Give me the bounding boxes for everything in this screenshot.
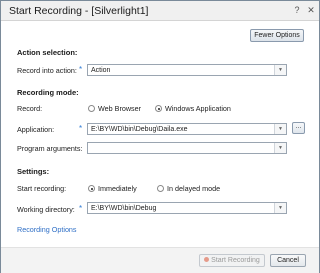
working-directory-label: Working directory:	[17, 205, 75, 214]
record-label: Record:	[17, 104, 43, 113]
chevron-down-icon[interactable]: ▼	[274, 124, 286, 134]
radio-button-selected[interactable]	[155, 105, 162, 112]
record-into-action-label: Record into action:	[17, 66, 77, 75]
working-directory-value: E:\BY\WD\bin\Debug	[91, 204, 157, 212]
fewer-options-button[interactable]: Fewer Options	[250, 29, 304, 42]
recording-mode-heading: Recording mode:	[17, 88, 79, 97]
close-icon[interactable]: ✕	[305, 4, 317, 16]
start-recording-dialog: Start Recording - [Silverlight1] ? ✕ Few…	[0, 0, 320, 273]
recording-options-link[interactable]: Recording Options	[17, 225, 77, 234]
chevron-down-icon[interactable]: ▼	[274, 143, 286, 153]
application-combo[interactable]: E:\BY\WD\bin\Debug\Daila.exe ▼	[87, 123, 287, 135]
help-icon[interactable]: ?	[291, 4, 303, 16]
program-arguments-label: Program arguments:	[17, 144, 83, 153]
radio-delayed-mode[interactable]: In delayed mode	[157, 184, 237, 194]
start-recording-label: Start recording:	[17, 184, 67, 193]
record-into-action-combo[interactable]: Action ▼	[87, 64, 287, 76]
radio-label: In delayed mode	[167, 184, 221, 193]
settings-heading: Settings:	[17, 167, 50, 176]
dialog-title: Start Recording - [Silverlight1]	[9, 5, 149, 17]
start-recording-label: Start Recording	[211, 257, 260, 264]
chevron-down-icon[interactable]: ▼	[274, 65, 286, 75]
program-arguments-combo[interactable]: ▼	[87, 142, 287, 154]
radio-label: Web Browser	[98, 104, 142, 113]
browse-button[interactable]: ...	[292, 122, 305, 134]
working-directory-combo[interactable]: E:\BY\WD\bin\Debug ▼	[87, 202, 287, 214]
required-marker: *	[79, 124, 83, 133]
radio-windows-application[interactable]: Windows Application	[155, 104, 250, 114]
required-marker: *	[79, 65, 83, 74]
action-selection-heading: Action selection:	[17, 48, 78, 57]
start-recording-button[interactable]: Start Recording	[199, 254, 265, 267]
application-label: Application:	[17, 125, 55, 134]
cancel-button[interactable]: Cancel	[270, 254, 306, 267]
radio-label: Windows Application	[165, 104, 231, 113]
chevron-down-icon[interactable]: ▼	[274, 203, 286, 213]
radio-button[interactable]	[88, 105, 95, 112]
radio-button[interactable]	[157, 185, 164, 192]
radio-web-browser[interactable]: Web Browser	[88, 104, 148, 114]
record-into-action-value: Action	[91, 66, 111, 74]
title-bar: Start Recording - [Silverlight1] ? ✕	[1, 1, 319, 21]
record-dot-icon	[204, 256, 210, 262]
required-marker: *	[79, 204, 83, 213]
application-value: E:\BY\WD\bin\Debug\Daila.exe	[91, 125, 188, 133]
radio-immediately[interactable]: Immediately	[88, 184, 148, 194]
radio-label: Immediately	[98, 184, 137, 193]
radio-button-selected[interactable]	[88, 185, 95, 192]
dialog-footer: Start Recording Cancel	[1, 247, 319, 273]
